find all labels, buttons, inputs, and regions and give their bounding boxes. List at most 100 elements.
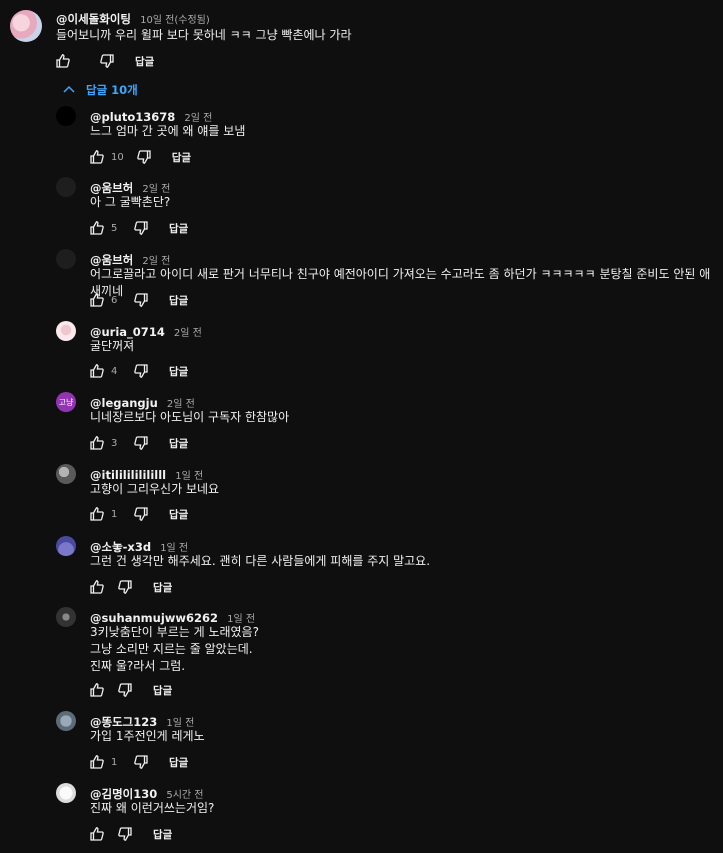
avatar[interactable] (56, 321, 76, 341)
comment-author[interactable]: @pluto13678 (90, 110, 175, 124)
thumbs-up-icon[interactable] (89, 826, 105, 842)
comment-text: 3키낮춤단이 부르는 게 노래였음? 그냥 소리만 지르는 줄 알았는데. 진짜… (90, 625, 259, 673)
comment-actions: 4 답글 (89, 362, 188, 380)
thumbs-up-icon[interactable] (89, 363, 105, 379)
comment-actions: 6 답글 (89, 291, 188, 309)
comment-actions: 5 답글 (89, 219, 188, 237)
thumbs-up-icon[interactable] (89, 579, 105, 595)
reply-item: @suhanmujww6262 1일 전 3키낮춤단이 부르는 게 노래였음? … (56, 607, 716, 697)
reply-button[interactable]: 답글 (172, 150, 191, 165)
comment-time[interactable]: 10일 전(수정됨) (140, 15, 210, 26)
comment-author[interactable]: @itililililililll (90, 468, 166, 482)
comment-text: 느그 엄마 간 곳에 왜 얘를 보냄 (90, 124, 246, 138)
chevron-up-icon (63, 85, 75, 93)
avatar-text: 고냥 (58, 397, 74, 407)
avatar[interactable] (56, 177, 76, 197)
reply-button[interactable]: 답글 (169, 436, 188, 451)
like-count: 10 (111, 151, 124, 163)
comment-actions: 3 답글 (89, 434, 188, 452)
thumbs-up-icon[interactable] (89, 220, 105, 236)
like-count: 3 (111, 437, 118, 449)
reply-button[interactable]: 답글 (153, 827, 172, 842)
avatar[interactable] (10, 10, 42, 42)
comment-actions: 답글 (89, 578, 172, 596)
reply-button[interactable]: 답글 (169, 364, 188, 379)
thumbs-down-icon[interactable] (136, 149, 152, 165)
reply-button[interactable]: 답글 (135, 54, 154, 69)
comment-author[interactable]: @이세돌화이팅 (56, 12, 131, 26)
comment-author[interactable]: @움브허 (90, 253, 133, 267)
comment-text: 니네장르보다 아도님이 구독자 한참많아 (90, 410, 290, 424)
thumbs-up-icon[interactable] (89, 682, 105, 698)
comment-text: 고향이 그리우신가 보네요 (90, 482, 220, 496)
comment-author[interactable]: @suhanmujww6262 (90, 611, 218, 625)
avatar[interactable]: 고냥 (56, 392, 76, 412)
comment-text: 가입 1주전인게 레게노 (90, 729, 205, 743)
thumbs-up-icon[interactable] (89, 754, 105, 770)
reply-button[interactable]: 답글 (169, 507, 188, 522)
thumbs-down-icon[interactable] (133, 292, 149, 308)
thumbs-down-icon[interactable] (133, 220, 149, 236)
thumbs-up-icon[interactable] (89, 292, 105, 308)
comment-text: 들어보니까 우리 윌파 보다 못하네 ㅋㅋ 그냥 빡촌에나 가라 (56, 28, 352, 42)
comment-text: 진짜 왜 이런거쓰는거임? (90, 801, 215, 815)
avatar[interactable] (56, 711, 76, 731)
thumbs-up-icon[interactable] (55, 53, 71, 69)
replies-toggle-label[interactable]: 답글 10개 (86, 82, 138, 98)
reply-button[interactable]: 답글 (153, 580, 172, 595)
like-count: 4 (111, 365, 118, 377)
comment-actions: 답글 (55, 52, 154, 70)
avatar[interactable] (56, 464, 76, 484)
comment-author[interactable]: @김명이130 (90, 787, 157, 801)
thumbs-down-icon[interactable] (117, 682, 133, 698)
thumbs-up-icon[interactable] (89, 506, 105, 522)
comment-author[interactable]: @움브허 (90, 181, 133, 195)
comment-time[interactable]: 2일 전 (174, 328, 202, 339)
comment-author[interactable]: @uria_0714 (90, 325, 165, 339)
thumbs-down-icon[interactable] (99, 53, 115, 69)
thumbs-down-icon[interactable] (133, 363, 149, 379)
comment-actions: 답글 (89, 825, 172, 843)
comment-actions: 1 답글 (89, 505, 188, 523)
avatar[interactable] (56, 607, 76, 627)
reply-item: @uria_0714 2일 전 굴단꺼져 4 답글 (56, 321, 716, 391)
thumbs-down-icon[interactable] (117, 579, 133, 595)
reply-item: 고냥 @legangju 2일 전 니네장르보다 아도님이 구독자 한참많아 3… (56, 392, 716, 462)
comment-author[interactable]: @소놓-x3d (90, 540, 151, 554)
thumbs-down-icon[interactable] (133, 435, 149, 451)
reply-item: @itililililililll 1일 전 고향이 그리우신가 보네요 1 답… (56, 464, 716, 534)
reply-item: @김명이130 5시간 전 진짜 왜 이런거쓰는거임? 답글 (56, 783, 716, 853)
comment-actions: 10 답글 (89, 148, 191, 166)
reply-item: @똥도그123 1일 전 가입 1주전인게 레게노 1 답글 (56, 711, 716, 781)
thumbs-down-icon[interactable] (133, 506, 149, 522)
like-count: 6 (111, 294, 118, 306)
thumbs-down-icon[interactable] (117, 826, 133, 842)
comment-text: 그런 건 생각만 해주세요. 괜히 다른 사람들에게 피해를 주지 말고요. (90, 554, 431, 568)
reply-button[interactable]: 답글 (169, 221, 188, 236)
comment-author[interactable]: @legangju (90, 396, 158, 410)
thumbs-up-icon[interactable] (89, 149, 105, 165)
comment-actions: 1 답글 (89, 753, 188, 771)
comment-text: 굴단꺼져 (90, 339, 135, 353)
like-count: 1 (111, 508, 118, 520)
reply-button[interactable]: 답글 (169, 755, 188, 770)
comment-text: 아 그 굴빡촌단? (90, 195, 171, 209)
reply-button[interactable]: 답글 (153, 683, 172, 698)
reply-item: @소놓-x3d 1일 전 그런 건 생각만 해주세요. 괜히 다른 사람들에게 … (56, 536, 716, 606)
reply-button[interactable]: 답글 (169, 293, 188, 308)
avatar[interactable] (56, 536, 76, 556)
thumbs-up-icon[interactable] (89, 435, 105, 451)
comment-author[interactable]: @똥도그123 (90, 715, 157, 729)
reply-item: @움브허 2일 전 아 그 굴빡촌단? 5 답글 (56, 177, 716, 247)
reply-item: @pluto13678 2일 전 느그 엄마 간 곳에 왜 얘를 보냄 10 답… (56, 106, 716, 176)
reply-item: @움브허 2일 전 어그로끌라고 아이디 새로 판거 너무티나 친구야 예전아이… (56, 249, 716, 319)
avatar[interactable] (56, 106, 76, 126)
comment-actions: 답글 (89, 681, 172, 699)
avatar[interactable] (56, 783, 76, 803)
avatar[interactable] (56, 249, 76, 269)
replies-toggle[interactable]: 답글 10개 (62, 82, 138, 98)
comment-header: @이세돌화이팅 10일 전(수정됨) (56, 8, 210, 27)
like-count: 1 (111, 756, 118, 768)
thumbs-down-icon[interactable] (133, 754, 149, 770)
like-count: 5 (111, 222, 118, 234)
